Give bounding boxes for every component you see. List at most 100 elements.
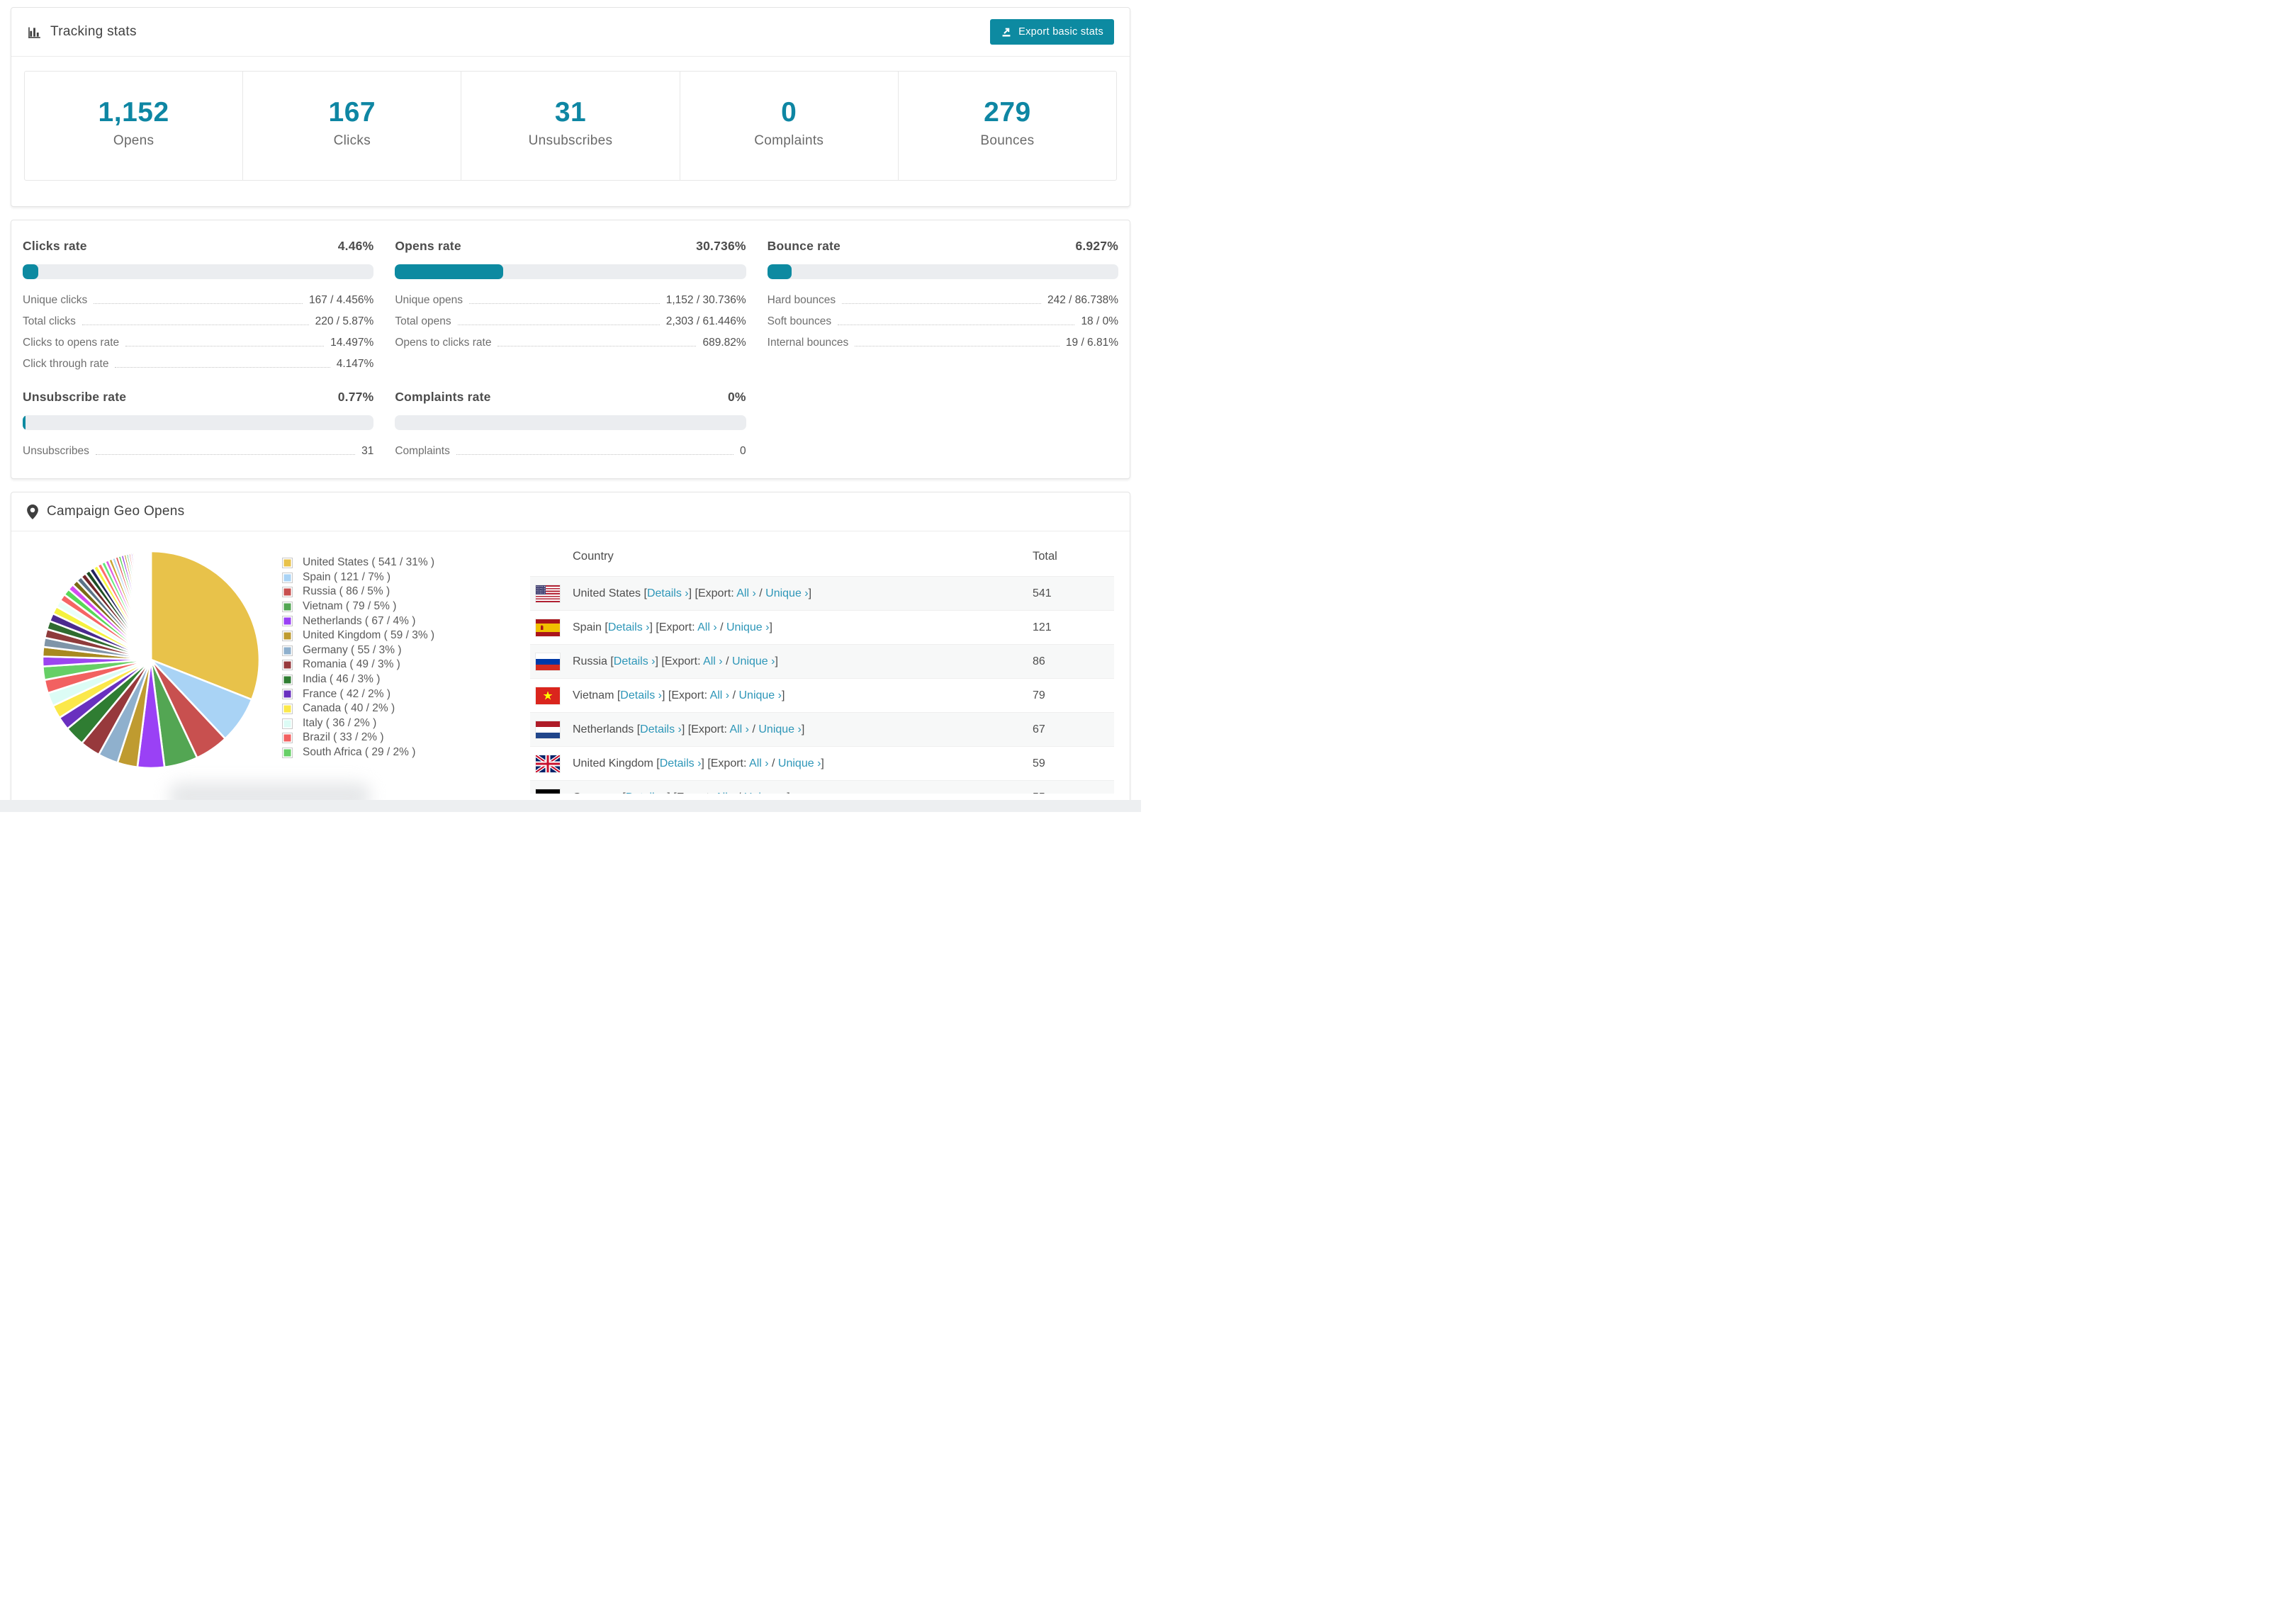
legend-label: Vietnam ( 79 / 5% ): [303, 600, 397, 613]
country-name: United Kingdom: [573, 757, 653, 769]
rate-stat-label: Unique opens: [395, 294, 463, 306]
export-unique-link[interactable]: Unique ›: [744, 791, 787, 794]
geo-section-title: Campaign Geo Opens: [47, 504, 185, 519]
rate-block-clicks-rate: Clicks rate 4.46% Unique clicks 167 / 4.456…: [23, 239, 374, 370]
export-all-link[interactable]: All ›: [736, 587, 756, 599]
details-link[interactable]: Details ›: [608, 621, 650, 633]
flag-icon-nl: [536, 721, 560, 738]
rate-progress-track: [395, 415, 746, 431]
export-all-link[interactable]: All ›: [729, 723, 749, 735]
rate-stat-label: Click through rate: [23, 358, 109, 371]
country-total: 59: [1033, 757, 1045, 769]
export-all-link[interactable]: All ›: [703, 655, 723, 667]
export-unique-link[interactable]: Unique ›: [732, 655, 775, 667]
export-unique-link[interactable]: Unique ›: [758, 723, 801, 735]
rate-stat-label: Opens to clicks rate: [395, 337, 492, 349]
legend-swatch: [282, 703, 293, 714]
legend-label: United Kingdom ( 59 / 3% ): [303, 629, 435, 642]
geo-table-header: Country Total: [530, 538, 1114, 576]
rate-value: 0%: [727, 390, 746, 405]
rate-stat-label: Unsubscribes: [23, 445, 89, 458]
stat-value: 31: [554, 97, 587, 128]
legend-label: South Africa ( 29 / 2% ): [303, 745, 416, 758]
rate-title: Bounce rate: [767, 239, 841, 253]
legend-label: Italy ( 36 / 2% ): [303, 716, 377, 729]
export-unique-link[interactable]: Unique ›: [778, 757, 821, 769]
country-total: 67: [1033, 723, 1045, 735]
legend-swatch: [282, 733, 293, 744]
dotted-leader: [456, 454, 734, 456]
rate-stat-row: Unique clicks 167 / 4.456%: [23, 294, 373, 306]
details-link[interactable]: Details ›: [614, 655, 656, 667]
stat-label: Clicks: [333, 133, 371, 148]
export-all-link[interactable]: All ›: [749, 757, 769, 769]
legend-swatch: [282, 631, 293, 641]
rate-stat-row: Opens to clicks rate 689.82%: [395, 337, 746, 349]
campaign-geo-opens-card: Campaign Geo Opens United States ( 541 /…: [11, 492, 1130, 808]
flag-icon-es: [536, 619, 560, 636]
legend-item: Spain ( 121 / 7% ): [282, 570, 510, 585]
export-all-link[interactable]: All ›: [710, 689, 730, 701]
country-cell: United Kingdom [Details ›] [Export: All …: [573, 757, 824, 769]
legend-swatch: [282, 674, 293, 685]
stat-cell-clicks: 167 Clicks: [243, 72, 462, 180]
rate-stat-value: 19 / 6.81%: [1065, 337, 1118, 349]
legend-swatch: [282, 645, 293, 656]
export-unique-link[interactable]: Unique ›: [726, 621, 769, 633]
rate-stat-label: Soft bounces: [767, 315, 832, 328]
details-link[interactable]: Details ›: [620, 689, 662, 701]
rate-block-bounce-rate: Bounce rate 6.927% Hard bounces 242 / 86.73…: [767, 239, 1118, 370]
legend-label: Spain ( 121 / 7% ): [303, 570, 391, 583]
export-basic-stats-button[interactable]: Export basic stats: [990, 19, 1114, 45]
rate-stat-row: Click through rate 4.147%: [23, 358, 373, 370]
geo-table-row-vn: Vietnam [Details ›] [Export: All › / Uni…: [530, 678, 1114, 712]
rate-stat-row: Internal bounces 19 / 6.81%: [768, 337, 1118, 349]
details-link[interactable]: Details ›: [640, 723, 682, 735]
flag-icon-gb: [534, 753, 561, 774]
legend-swatch: [282, 660, 293, 671]
country-total: 541: [1033, 587, 1052, 599]
legend-item: South Africa ( 29 / 2% ): [282, 745, 510, 760]
stat-value: 167: [328, 97, 376, 128]
legend-label: Germany ( 55 / 3% ): [303, 643, 402, 656]
country-total: 86: [1033, 655, 1045, 667]
rate-stat-row: Clicks to opens rate 14.497%: [23, 337, 373, 349]
details-link[interactable]: Details ›: [626, 791, 668, 794]
rate-stat-value: 1,152 / 30.736%: [665, 294, 746, 306]
legend-item: United States ( 541 / 31% ): [282, 556, 510, 570]
legend-swatch: [282, 718, 293, 729]
legend-label: Canada ( 40 / 2% ): [303, 702, 395, 715]
dotted-leader: [94, 303, 303, 305]
geo-table-row-es: Spain [Details ›] [Export: All › / Uniqu…: [530, 610, 1114, 644]
export-all-link[interactable]: All ›: [715, 791, 735, 794]
stat-cell-bounces: 279 Bounces: [899, 72, 1116, 180]
country-cell: United States [Details ›] [Export: All ›…: [573, 587, 812, 599]
details-link[interactable]: Details ›: [647, 587, 689, 599]
country-name: Russia: [573, 655, 607, 667]
country-name: Netherlands: [573, 723, 634, 735]
legend-swatch: [282, 747, 293, 758]
stat-cell-opens: 1,152 Opens: [25, 72, 244, 180]
legend-item: France ( 42 / 2% ): [282, 687, 510, 702]
stats-summary-strip: 1,152 Opens 167 Clicks 31 Unsubscribes 0 Compla…: [24, 71, 1117, 181]
export-all-link[interactable]: All ›: [697, 621, 717, 633]
legend-item: Italy ( 36 / 2% ): [282, 716, 510, 731]
dotted-leader: [115, 367, 330, 368]
export-unique-link[interactable]: Unique ›: [738, 689, 781, 701]
rate-progress-track: [23, 415, 374, 431]
rate-stat-label: Total clicks: [23, 315, 76, 328]
country-name: Germany: [573, 791, 619, 794]
flag-icon-us: [536, 585, 560, 602]
rate-title: Unsubscribe rate: [23, 390, 127, 405]
country-total: 121: [1033, 621, 1052, 633]
tracking-stats-header: Tracking stats Export basic stats: [11, 8, 1130, 57]
details-link[interactable]: Details ›: [660, 757, 702, 769]
country-name: Vietnam: [573, 689, 614, 701]
legend-label: Romania ( 49 / 3% ): [303, 658, 400, 671]
dashboard-page: Tracking stats Export basic stats 1,152 O…: [0, 0, 1141, 812]
bar-chart-icon: [27, 25, 42, 40]
rate-stat-row: Total clicks 220 / 5.87%: [23, 315, 373, 327]
legend-item: Brazil ( 33 / 2% ): [282, 731, 510, 745]
export-unique-link[interactable]: Unique ›: [765, 587, 808, 599]
country-column-header: Country: [573, 550, 614, 563]
